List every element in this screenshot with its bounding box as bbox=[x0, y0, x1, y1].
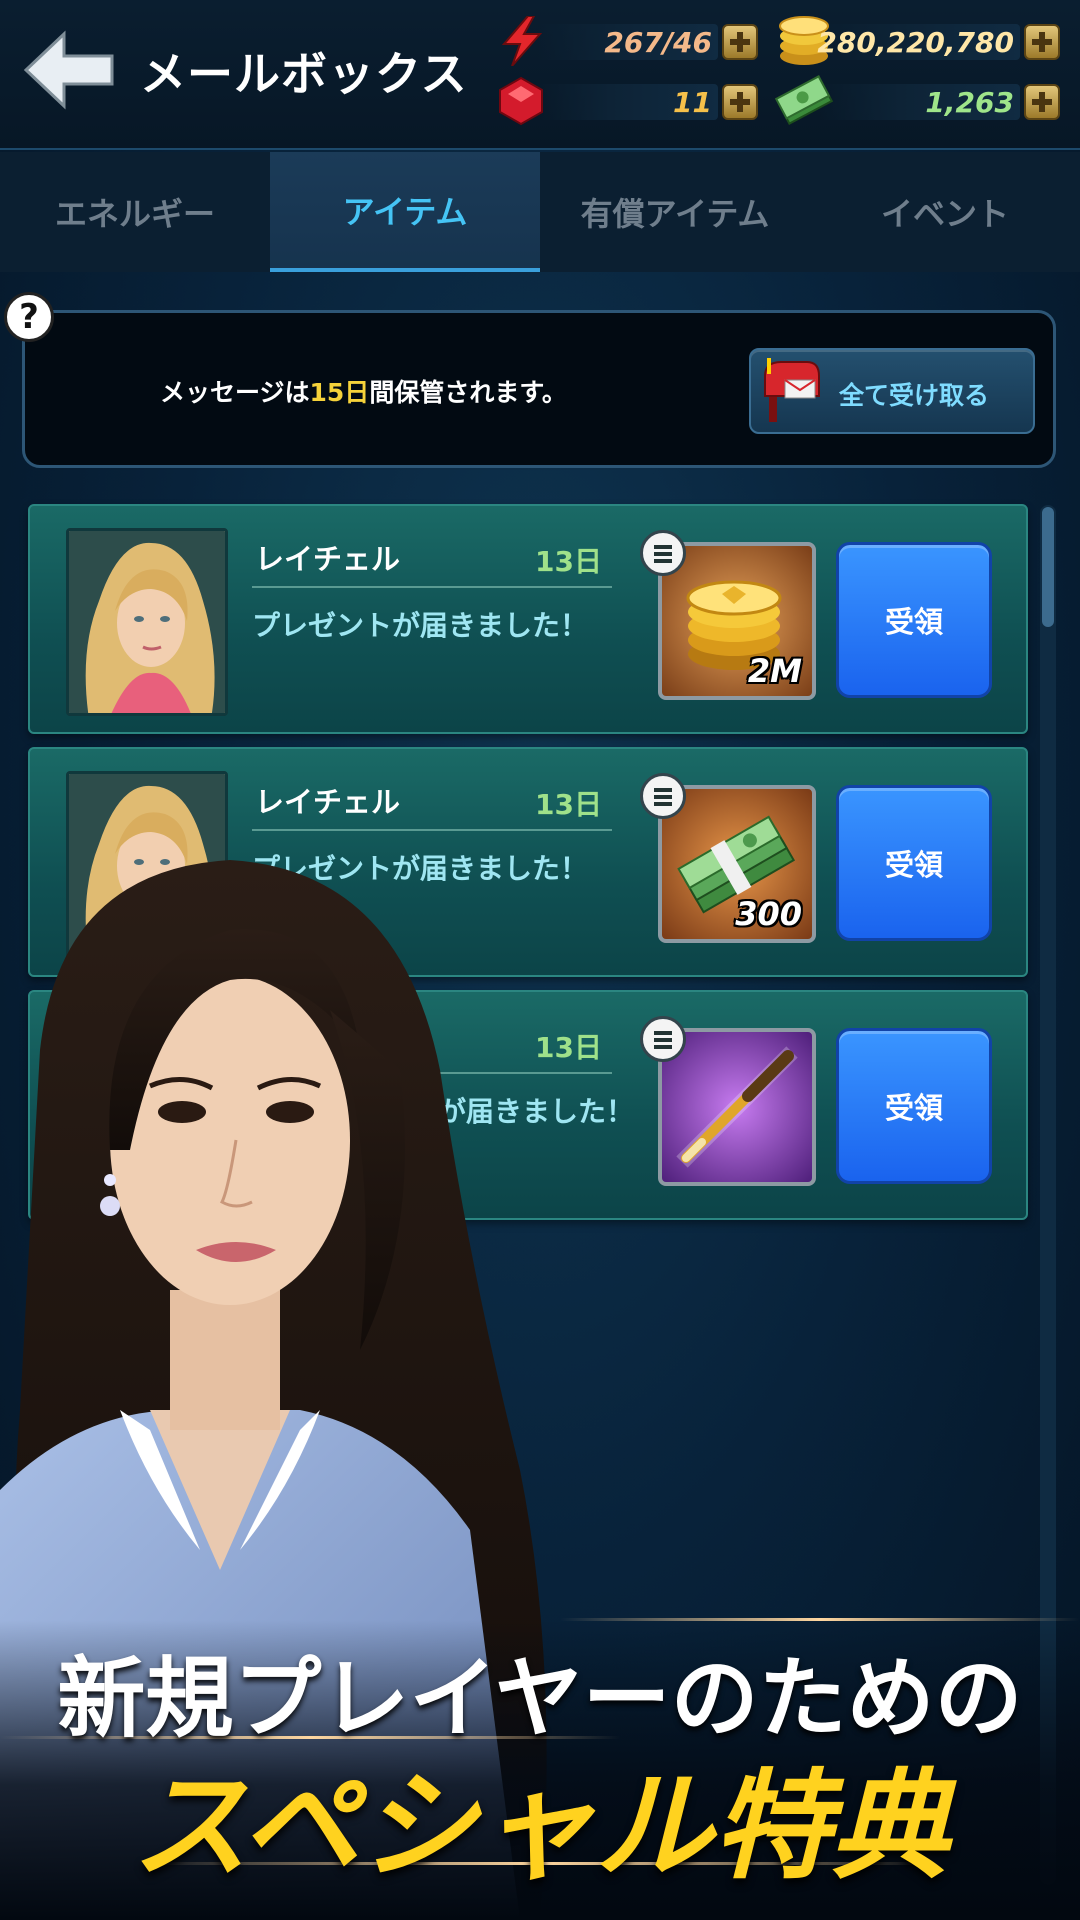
cash-value: 1,263 bbox=[925, 85, 1014, 119]
sender-name: レイチェル bbox=[255, 785, 401, 819]
divider bbox=[252, 586, 612, 588]
claim-all-label: 全て受け取る bbox=[839, 381, 990, 410]
days-left: 13日 bbox=[535, 788, 602, 821]
days-left: 13日 bbox=[535, 545, 602, 578]
sender-name: レイチェル bbox=[255, 542, 401, 576]
ruby-gem-icon bbox=[499, 76, 543, 126]
gold-counter: 280,220,780 bbox=[779, 16, 1060, 66]
lightning-icon bbox=[501, 16, 543, 66]
tab-energy[interactable]: エネルギー bbox=[0, 152, 270, 272]
details-icon[interactable] bbox=[640, 1016, 686, 1062]
energy-value: 267/46 bbox=[604, 25, 712, 59]
top-bar: メールボックス 267/46 280,220,780 11 1,263 bbox=[0, 0, 1080, 150]
gem-counter: 11 bbox=[498, 76, 758, 126]
mail-message: プレゼントが届きました！ bbox=[252, 609, 589, 642]
details-icon[interactable] bbox=[640, 530, 686, 576]
cash-counter: 1,263 bbox=[774, 75, 1060, 126]
light-flare bbox=[560, 1618, 1080, 1621]
back-arrow-icon bbox=[23, 30, 114, 110]
reward-quantity: 300 bbox=[735, 895, 802, 933]
back-button[interactable] bbox=[22, 30, 118, 110]
page-title: メールボックス bbox=[140, 47, 468, 101]
scroll-thumb[interactable] bbox=[1042, 507, 1054, 627]
add-cash-button[interactable] bbox=[1024, 84, 1060, 120]
tab-paid-items[interactable]: 有償アイテム bbox=[540, 152, 810, 272]
reward-quantity: 2M bbox=[747, 652, 802, 690]
cash-icon bbox=[774, 75, 834, 125]
claim-all-button[interactable]: 全て受け取る bbox=[749, 348, 1035, 434]
cue-stick-icon bbox=[676, 1046, 798, 1168]
retention-notice: メッセージは15日間保管されます。 全て受け取る bbox=[22, 310, 1056, 468]
mailbox-tabs: エネルギー アイテム 有償アイテム イベント bbox=[0, 152, 1080, 272]
notice-text: メッセージは15日間保管されます。 bbox=[160, 378, 567, 407]
tab-items[interactable]: アイテム bbox=[270, 152, 540, 272]
add-gems-button[interactable] bbox=[722, 84, 758, 120]
question-mark-icon: ? bbox=[19, 297, 39, 337]
divider bbox=[252, 829, 612, 831]
receive-button[interactable]: 受領 bbox=[836, 542, 992, 698]
add-gold-button[interactable] bbox=[1024, 24, 1060, 60]
receive-button[interactable]: 受領 bbox=[836, 1028, 992, 1184]
help-button[interactable]: ? bbox=[4, 292, 54, 342]
promo-subheadline: スペシャル特典 bbox=[131, 1757, 949, 1895]
mail-row: レイチェル 13日 プレゼントが届きました！ 2M 受領 bbox=[28, 504, 1028, 734]
receive-button[interactable]: 受領 bbox=[836, 785, 992, 941]
retention-days: 15日 bbox=[309, 378, 370, 407]
tab-events[interactable]: イベント bbox=[810, 152, 1080, 272]
energy-counter: 267/46 bbox=[498, 16, 758, 66]
details-icon[interactable] bbox=[640, 773, 686, 819]
mailbox-icon bbox=[764, 358, 820, 422]
add-energy-button[interactable] bbox=[722, 24, 758, 60]
sender-avatar bbox=[66, 528, 228, 716]
gold-value: 280,220,780 bbox=[817, 25, 1014, 59]
gem-value: 11 bbox=[673, 85, 712, 119]
